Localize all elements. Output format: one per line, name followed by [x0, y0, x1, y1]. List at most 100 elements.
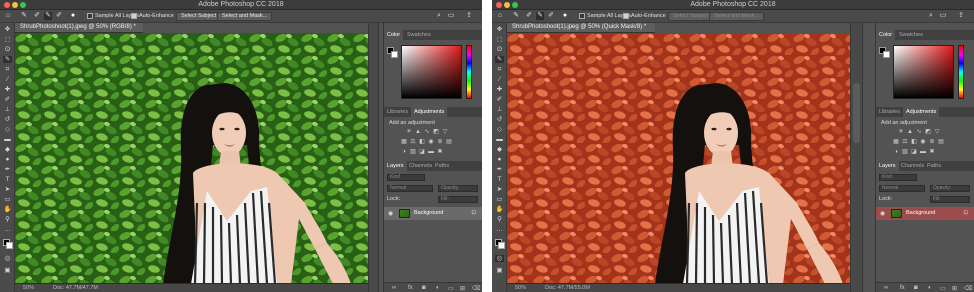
pen-icon[interactable]: ✒	[3, 166, 12, 173]
marquee-icon[interactable]: ⬚	[3, 36, 12, 43]
layer-style-icon[interactable]: fx	[408, 285, 413, 291]
type-icon[interactable]: T	[3, 176, 12, 183]
levels-icon[interactable]: ▲	[907, 129, 913, 135]
tab-channels[interactable]: Channels	[898, 161, 927, 171]
posterize-icon[interactable]: ▧	[410, 149, 416, 155]
tab-adjustments[interactable]: Adjustments	[903, 107, 940, 117]
tab-libraries[interactable]: Libraries	[876, 107, 903, 117]
new-selection-icon[interactable]: ✐	[33, 12, 41, 20]
tab-adjustments[interactable]: Adjustments	[411, 107, 448, 117]
zoom-icon[interactable]: ⚲	[495, 216, 504, 223]
tab-paths[interactable]: Paths	[924, 161, 944, 171]
blend-mode-select[interactable]: Normal	[387, 185, 433, 192]
new-group-icon[interactable]: ▭	[940, 285, 946, 292]
channel-mixer-icon[interactable]: ⊛	[437, 139, 443, 145]
eraser-icon[interactable]: ◇	[3, 126, 12, 133]
exposure-icon[interactable]: ◩	[433, 129, 439, 135]
vibrance-icon[interactable]: ▽	[934, 129, 940, 135]
hand-icon[interactable]: ✋	[495, 206, 504, 213]
eyedropper-icon[interactable]: ⁄	[495, 76, 504, 83]
hand-icon[interactable]: ✋	[3, 206, 12, 213]
black-white-icon[interactable]: ◧	[911, 139, 917, 145]
zoom-icon[interactable]: ⚲	[3, 216, 12, 223]
gradient-icon[interactable]: ▬	[3, 136, 12, 143]
home-icon[interactable]: ⌂	[496, 12, 504, 20]
photo-filter-icon[interactable]: ◉	[428, 139, 434, 145]
type-icon[interactable]: T	[495, 176, 504, 183]
hue-saturation-icon[interactable]: ▦	[893, 139, 899, 145]
canvas[interactable]: 50% Doc: 47.7M/47.7M	[15, 33, 368, 292]
auto-enhance-checkbox[interactable]	[623, 13, 629, 19]
layer-row-background[interactable]: ◉ Background ⊡	[384, 207, 482, 220]
link-layers-icon[interactable]: ∞	[884, 285, 888, 291]
delete-layer-icon[interactable]: ⌫	[964, 285, 972, 292]
zoom-level[interactable]: 50%	[515, 285, 526, 291]
crop-icon[interactable]: ⌗	[3, 66, 12, 73]
hue-slider[interactable]	[466, 45, 472, 99]
brush-size-icon[interactable]: ●	[561, 12, 569, 20]
background-color-swatch[interactable]	[498, 242, 505, 249]
healing-icon[interactable]: ✚	[3, 86, 12, 93]
selective-color-icon[interactable]: ✖	[437, 149, 443, 155]
dodge-icon[interactable]: ●	[3, 156, 12, 163]
share-icon[interactable]: ⇪	[957, 12, 965, 20]
levels-icon[interactable]: ▲	[415, 129, 421, 135]
new-adjustment-icon[interactable]: ◐	[436, 285, 440, 291]
subtract-selection-icon[interactable]: ✐	[55, 12, 63, 20]
new-layer-icon[interactable]: ⊞	[952, 285, 957, 292]
color-lookup-icon[interactable]: ▤	[446, 139, 452, 145]
delete-layer-icon[interactable]: ⌫	[472, 285, 480, 292]
background-color-swatch[interactable]	[6, 242, 13, 249]
add-mask-icon[interactable]: ◙	[914, 285, 918, 291]
add-mask-icon[interactable]: ◙	[422, 285, 426, 291]
quick-mask-icon[interactable]: ◎	[3, 255, 12, 262]
stamp-icon[interactable]: ⊥	[3, 106, 12, 113]
quick-mask-icon[interactable]: ◎	[495, 255, 504, 262]
opacity-field[interactable]: Opacity:	[930, 185, 970, 192]
layer-row-background[interactable]: ◉ Background ⊡	[876, 207, 974, 220]
gradient-icon[interactable]: ▬	[495, 136, 504, 143]
threshold-icon[interactable]: ◪	[419, 149, 425, 155]
move-icon[interactable]: ✥	[3, 26, 12, 33]
new-adjustment-icon[interactable]: ◐	[928, 285, 932, 291]
panel-background-swatch[interactable]	[391, 51, 398, 58]
quick-select-icon[interactable]: ✎	[495, 56, 504, 63]
photo-filter-icon[interactable]: ◉	[920, 139, 926, 145]
gradient-map-icon[interactable]: ▬	[428, 149, 434, 155]
opacity-field[interactable]: Opacity:	[438, 185, 478, 192]
curves-icon[interactable]: ∿	[424, 129, 430, 135]
quick-select-preset-icon[interactable]: ✎	[20, 12, 28, 20]
blur-icon[interactable]: ◆	[3, 146, 12, 153]
blur-icon[interactable]: ◆	[495, 146, 504, 153]
tab-layers[interactable]: Layers	[384, 161, 407, 171]
tab-layers[interactable]: Layers	[876, 161, 899, 171]
sample-all-layers-checkbox[interactable]	[579, 13, 585, 19]
quick-select-preset-icon[interactable]: ✎	[512, 12, 520, 20]
color-picker-field[interactable]	[401, 45, 462, 99]
curves-icon[interactable]: ∿	[916, 129, 922, 135]
color-picker-field[interactable]	[893, 45, 954, 99]
tab-libraries[interactable]: Libraries	[384, 107, 411, 117]
exposure-icon[interactable]: ◩	[925, 129, 931, 135]
healing-icon[interactable]: ✚	[495, 86, 504, 93]
sample-all-layers-checkbox[interactable]	[87, 13, 93, 19]
workspace-icon[interactable]: ▭	[939, 12, 947, 20]
search-icon[interactable]: ⌕	[435, 12, 443, 20]
new-selection-icon[interactable]: ✐	[525, 12, 533, 20]
blend-mode-select[interactable]: Normal	[879, 185, 925, 192]
shape-icon[interactable]: ▭	[3, 196, 12, 203]
hue-slider[interactable]	[958, 45, 964, 99]
threshold-icon[interactable]: ◪	[911, 149, 917, 155]
path-select-icon[interactable]: ➤	[3, 186, 12, 193]
fill-field[interactable]: Fill:	[930, 196, 970, 203]
move-icon[interactable]: ✥	[495, 26, 504, 33]
brush-icon[interactable]: ✐	[495, 96, 504, 103]
color-balance-icon[interactable]: ⚖	[902, 139, 908, 145]
visibility-eye-icon[interactable]: ◉	[388, 210, 393, 217]
document-tab[interactable]: ShrubPhotoshoot(1).jpeg @ 50% (Quick Mas…	[507, 23, 655, 33]
brightness-icon[interactable]: ☀	[898, 129, 904, 135]
eyedropper-icon[interactable]: ⁄	[3, 76, 12, 83]
vertical-scrollbar[interactable]	[853, 83, 860, 143]
marquee-icon[interactable]: ⬚	[495, 36, 504, 43]
subtract-selection-icon[interactable]: ✐	[547, 12, 555, 20]
